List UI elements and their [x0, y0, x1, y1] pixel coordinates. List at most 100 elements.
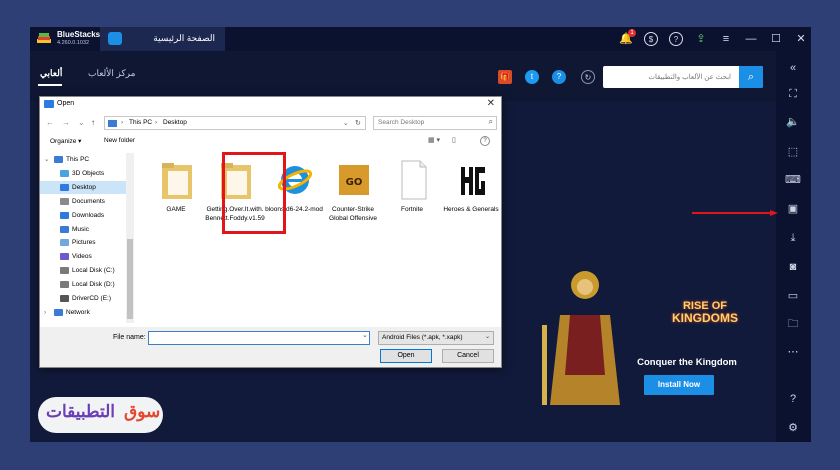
breadcrumb-this-pc[interactable]: This PC — [129, 119, 152, 126]
watermark: التطبيقات سوق — [38, 397, 163, 433]
settings-icon[interactable]: ⚙ — [784, 421, 802, 435]
file-item[interactable]: Fortnite — [382, 153, 442, 243]
blank-file-icon — [396, 159, 430, 201]
volume-icon[interactable]: 🔈 — [784, 115, 802, 129]
upgrade-icon[interactable]: ⇪ — [694, 32, 708, 46]
file-label: Fortnite — [400, 206, 424, 213]
help-icon[interactable]: ? — [784, 392, 802, 406]
videos-icon — [60, 253, 69, 261]
close-icon[interactable]: ✕ — [794, 32, 808, 46]
record-icon[interactable]: ▭ — [784, 289, 802, 303]
tree-item[interactable]: Documents — [40, 195, 126, 208]
address-bar[interactable]: › This PC › Desktop ⌄ ↻ — [104, 116, 366, 130]
nav-my-games[interactable]: ألعابي — [40, 68, 62, 79]
up-arrow-icon[interactable]: ↑ — [91, 118, 95, 127]
file-name-input[interactable] — [148, 331, 370, 345]
expander-icon[interactable]: › — [44, 306, 46, 319]
app-search: ⌕ — [603, 66, 763, 88]
tree-item-label: This PC — [66, 156, 90, 163]
promo-tagline: Conquer the Kingdom — [637, 357, 737, 368]
tree-item[interactable]: Downloads — [40, 209, 126, 222]
notification-badge: 1 — [628, 29, 636, 37]
new-folder-button[interactable]: New folder — [104, 137, 135, 144]
tree-item-label: Music — [72, 225, 89, 233]
file-label: GAME — [166, 206, 186, 213]
pictures-icon — [60, 239, 69, 247]
help-icon[interactable]: ? — [669, 32, 683, 46]
chevron-down-icon[interactable]: ⌄ — [362, 331, 368, 339]
chevron-down-icon[interactable]: ⌄ — [78, 118, 85, 127]
bluestacks-logo — [37, 33, 51, 43]
info-icon[interactable]: ? — [552, 70, 566, 84]
drive-icon — [60, 267, 69, 275]
back-arrow-icon[interactable]: ← — [46, 118, 54, 127]
search-icon[interactable]: ⌕ — [739, 66, 763, 88]
open-button[interactable]: Open — [380, 349, 432, 363]
dialog-footer: File name: ⌄ Android Files (*.apk, *.xap… — [40, 327, 501, 367]
tree-item-label: Videos — [72, 253, 92, 261]
tree-item[interactable]: Local Disk (D:) — [40, 278, 126, 291]
screenshot-icon[interactable]: ◙ — [784, 260, 802, 274]
nav-game-center[interactable]: مركز الألعاب — [88, 68, 135, 79]
folder-icon[interactable]: 🗀 — [784, 317, 802, 331]
view-options-icon[interactable]: ▦ ▾ — [428, 136, 440, 144]
coin-icon[interactable]: $ — [644, 32, 658, 46]
search-input[interactable] — [603, 66, 737, 88]
media-icon[interactable]: ▣ — [784, 202, 802, 216]
file-list: GAME Getting.Over.It.with.Bennett.Foddy.v… — [136, 153, 500, 323]
tree-item-label: Downloads — [72, 211, 105, 219]
title-bar: BlueStacks 4.260.0.1032 الصفحة الرئيسية … — [30, 27, 811, 51]
network-icon — [54, 308, 63, 316]
red-arrow-icon — [692, 210, 778, 216]
breadcrumb-desktop[interactable]: Desktop — [163, 119, 187, 126]
app-version: 4.260.0.1032 — [57, 40, 90, 46]
refresh-icon[interactable]: ↻ — [581, 70, 595, 84]
tree-item[interactable]: Local Disk (C:) — [40, 264, 126, 277]
preview-pane-icon[interactable]: ▯ — [452, 136, 456, 144]
bell-icon[interactable]: 🔔 1 — [619, 29, 636, 46]
organize-button[interactable]: Organize ▾ — [50, 137, 81, 145]
help-icon[interactable]: ? — [480, 136, 490, 146]
drive-icon — [60, 281, 69, 289]
chevron-down-icon[interactable]: ⌄ — [343, 119, 348, 127]
tree-item[interactable]: › Network — [40, 306, 126, 319]
tree-item[interactable]: Pictures — [40, 236, 126, 249]
forward-arrow-icon[interactable]: → — [62, 118, 70, 127]
maximize-icon[interactable]: ☐ — [769, 32, 783, 46]
fullscreen-icon[interactable]: ⛶ — [784, 87, 802, 101]
tree-item[interactable]: Music — [40, 223, 126, 236]
refresh-icon[interactable]: ↻ — [355, 119, 361, 127]
tree-item[interactable]: Desktop — [40, 180, 126, 194]
file-item[interactable]: GAME — [146, 153, 206, 243]
tree-item[interactable]: 3D Objects — [40, 167, 126, 180]
collapse-icon[interactable]: « — [784, 61, 802, 75]
tree-item[interactable]: Videos — [40, 250, 126, 263]
file-item[interactable]: Heroes & Generals — [441, 153, 501, 243]
tree-item[interactable]: ⌄ This PC — [40, 153, 126, 166]
close-icon[interactable]: ✕ — [487, 98, 495, 109]
tree-item[interactable]: DriverCD (E:) — [40, 292, 126, 305]
more-icon[interactable]: ⋯ — [784, 345, 802, 359]
computer-icon — [108, 120, 117, 127]
expander-icon[interactable]: ⌄ — [44, 153, 49, 166]
keyboard-icon[interactable]: ⌨ — [784, 173, 802, 187]
tab-home[interactable]: الصفحة الرئيسية — [100, 27, 225, 51]
game-hero-illustration — [542, 271, 620, 405]
tree-item-label: Pictures — [72, 239, 96, 247]
install-now-button[interactable]: Install Now — [644, 375, 714, 395]
install-apk-icon[interactable]: ⤓ — [784, 231, 802, 245]
cancel-button[interactable]: Cancel — [442, 349, 494, 363]
file-type-select[interactable]: Android Files (*.apk, *.xapk) ⌄ — [378, 331, 494, 345]
minimize-icon[interactable]: — — [744, 32, 758, 46]
gift-icon[interactable]: 🎁 — [498, 70, 512, 84]
scrollbar-thumb[interactable] — [127, 239, 133, 319]
search-desktop-field[interactable]: Search Desktop ⌕ — [373, 116, 497, 130]
twitter-icon[interactable]: t — [525, 70, 539, 84]
documents-icon — [60, 197, 69, 205]
menu-icon[interactable]: ≡ — [719, 32, 733, 46]
file-item[interactable]: GO Counter-Strike Global Offensive — [323, 153, 383, 243]
tree-item-label: 3D Objects — [72, 169, 105, 177]
pointer-icon[interactable]: ⬚ — [784, 145, 802, 159]
tree-scrollbar[interactable] — [126, 153, 134, 323]
home-icon — [108, 32, 122, 45]
